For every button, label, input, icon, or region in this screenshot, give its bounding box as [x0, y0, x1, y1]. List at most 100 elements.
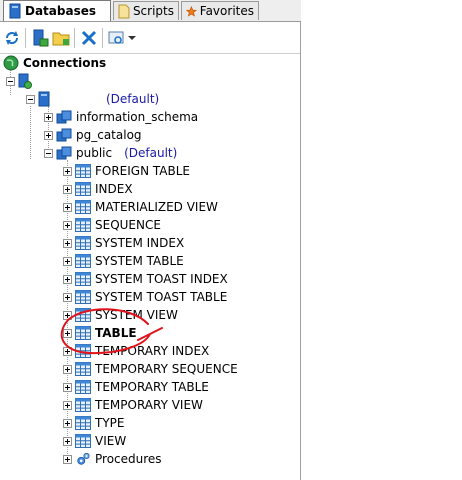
schema-icon [56, 128, 72, 142]
object-type-label: INDEX [95, 182, 133, 196]
tree-schema-1[interactable]: pg_catalog [44, 126, 142, 144]
expand-toggle[interactable] [63, 436, 72, 446]
tree-connection-node[interactable] [6, 72, 32, 90]
expand-toggle[interactable] [44, 130, 53, 140]
tab-favorites-label: Favorites [199, 4, 254, 18]
new-connection-icon [33, 29, 49, 47]
filter-dropdown[interactable] [126, 28, 138, 48]
table-grid-icon [75, 434, 91, 448]
tree-object-type-4[interactable]: SYSTEM INDEX [63, 234, 184, 252]
tab-databases[interactable]: Databases [3, 0, 111, 21]
object-type-label: SEQUENCE [95, 218, 161, 232]
table-grid-icon [75, 164, 91, 178]
object-type-label: TYPE [95, 416, 125, 430]
tree-object-type-11[interactable]: TEMPORARY SEQUENCE [63, 360, 238, 378]
expand-toggle[interactable] [63, 328, 72, 338]
database-icon [9, 3, 21, 19]
object-type-label: TEMPORARY VIEW [95, 398, 203, 412]
tree-object-type-6[interactable]: SYSTEM TOAST INDEX [63, 270, 228, 288]
object-type-label: MATERIALIZED VIEW [95, 200, 218, 214]
expand-toggle[interactable] [63, 346, 72, 356]
tab-scripts[interactable]: Scripts [113, 1, 179, 20]
tree-database-node[interactable]: (Default) [26, 90, 159, 108]
tree-object-type-16[interactable]: Procedures [63, 450, 162, 468]
schema-label: public [76, 146, 113, 160]
tree-object-type-7[interactable]: SYSTEM TOAST TABLE [63, 288, 227, 306]
tree-object-type-9[interactable]: TABLE [63, 324, 137, 342]
object-type-label: SYSTEM TABLE [95, 254, 184, 268]
tree-object-type-14[interactable]: TYPE [63, 414, 124, 432]
expand-toggle[interactable] [63, 184, 72, 194]
refresh-icon [6, 31, 18, 45]
object-type-label: Procedures [95, 452, 162, 466]
procedures-gear-icon [77, 452, 90, 465]
tree-root-connections[interactable]: Connections [3, 54, 106, 72]
expand-toggle[interactable] [63, 418, 72, 428]
object-type-label: SYSTEM INDEX [95, 236, 185, 250]
schema-icon [56, 110, 72, 124]
table-grid-icon [75, 218, 91, 232]
table-grid-icon [75, 380, 91, 394]
expand-toggle[interactable] [63, 220, 72, 230]
expand-toggle[interactable] [63, 454, 72, 464]
collapse-toggle[interactable] [6, 76, 15, 86]
table-grid-icon [75, 308, 91, 322]
expand-toggle[interactable] [63, 202, 72, 212]
table-grid-icon [75, 182, 91, 196]
expand-toggle[interactable] [63, 400, 72, 410]
expand-toggle[interactable] [44, 112, 53, 122]
table-grid-icon [75, 272, 91, 286]
new-folder-button[interactable] [51, 28, 71, 48]
object-type-label: VIEW [95, 434, 127, 448]
object-type-label: TABLE [95, 326, 137, 340]
refresh-button[interactable] [2, 28, 22, 48]
tree-schema-2[interactable]: public (Default) [44, 144, 177, 162]
collapse-toggle[interactable] [26, 94, 35, 104]
tree-object-type-1[interactable]: INDEX [63, 180, 133, 198]
object-type-label: SYSTEM TOAST TABLE [95, 290, 228, 304]
schema-label: information_schema [76, 110, 199, 124]
disconnect-button[interactable] [79, 28, 99, 48]
tab-favorites[interactable]: Favorites [181, 1, 259, 20]
disconnect-icon [81, 30, 97, 46]
tree-object-type-5[interactable]: SYSTEM TABLE [63, 252, 184, 270]
object-type-label: SYSTEM VIEW [95, 308, 178, 322]
tab-scripts-label: Scripts [132, 4, 174, 18]
database-navigator-panel: Databases Scripts Favorites Connections … [0, 0, 301, 480]
tree-schema-0[interactable]: information_schema [44, 108, 198, 126]
expand-toggle[interactable] [63, 256, 72, 266]
expand-toggle[interactable] [63, 292, 72, 302]
table-grid-icon [75, 362, 91, 376]
tree-object-type-12[interactable]: TEMPORARY TABLE [63, 378, 209, 396]
tree-object-type-2[interactable]: MATERIALIZED VIEW [63, 198, 218, 216]
tree-object-type-13[interactable]: TEMPORARY VIEW [63, 396, 203, 414]
new-connection-button[interactable] [30, 28, 50, 48]
expand-toggle[interactable] [63, 238, 72, 248]
filter-button[interactable] [106, 28, 126, 48]
tree-object-type-0[interactable]: FOREIGN TABLE [63, 162, 190, 180]
tree-object-type-15[interactable]: VIEW [63, 432, 126, 450]
table-grid-icon [75, 344, 91, 358]
star-icon [186, 5, 197, 17]
table-grid-icon [75, 236, 91, 250]
server-connected-icon [18, 73, 32, 89]
expand-toggle[interactable] [63, 382, 72, 392]
expand-toggle[interactable] [63, 364, 72, 374]
expand-toggle[interactable] [63, 166, 72, 176]
object-type-label: TEMPORARY TABLE [95, 380, 209, 394]
database-default-label: (Default) [106, 92, 160, 106]
object-type-label: TEMPORARY INDEX [95, 344, 210, 358]
navigator-toolbar [0, 22, 300, 54]
table-grid-icon [75, 398, 91, 412]
connection-tree: Connections (Default) information_schema… [0, 54, 300, 480]
expand-toggle[interactable] [63, 274, 72, 284]
collapse-toggle[interactable] [44, 148, 53, 158]
tab-bar: Databases Scripts Favorites [0, 0, 301, 22]
table-grid-icon [75, 416, 91, 430]
schema-default-label: (Default) [124, 146, 178, 160]
expand-toggle[interactable] [63, 310, 72, 320]
tree-object-type-3[interactable]: SEQUENCE [63, 216, 161, 234]
globe-icon [3, 55, 19, 71]
tree-object-type-8[interactable]: SYSTEM VIEW [63, 306, 178, 324]
tree-object-type-10[interactable]: TEMPORARY INDEX [63, 342, 209, 360]
